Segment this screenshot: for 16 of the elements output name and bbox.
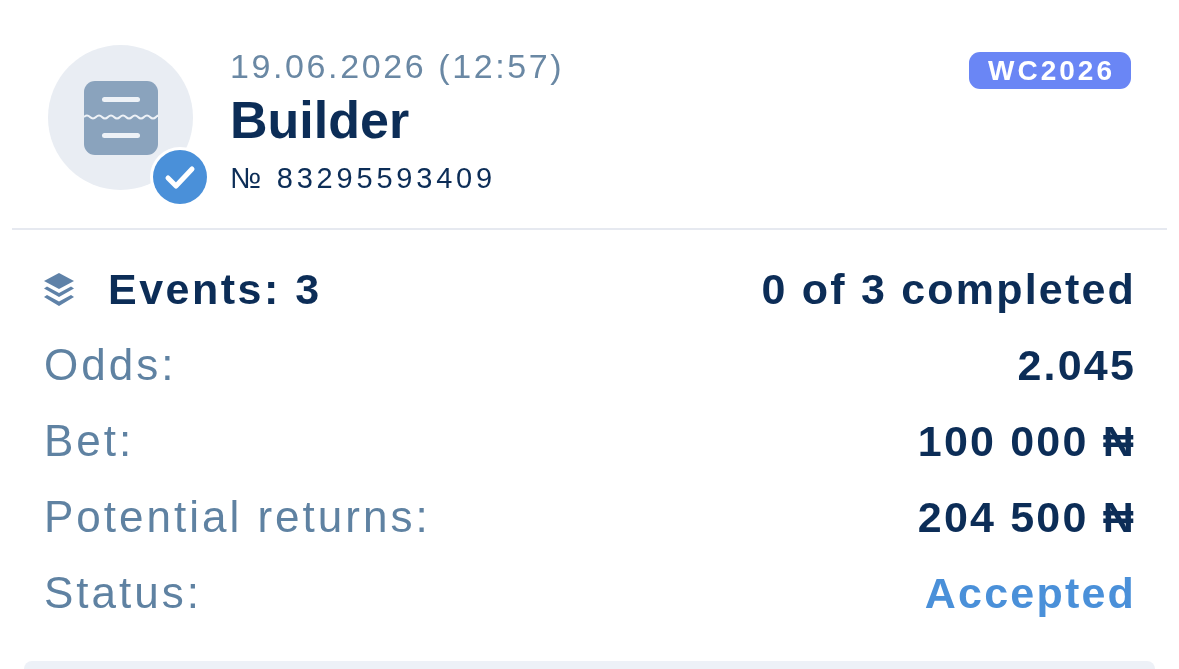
completed-summary: 0 of 3 completed [761,264,1136,314]
detail-value: 204 500 ₦ [917,492,1136,542]
detail-label: Potential returns: [44,492,431,542]
detail-label: Odds: [44,340,177,390]
ticket-icon [83,80,158,155]
events-count: Events: 3 [108,264,322,314]
bet-number: № 83295593409 [230,161,496,196]
status-value: Accepted [924,568,1136,618]
tournament-tag: WC2026 [969,52,1131,89]
detail-value: 100 000 ₦ [917,416,1136,466]
bet-date: 19.06.2026 (12:57) [230,46,565,86]
detail-value: 2.045 [1017,340,1136,390]
detail-label: Bet: [44,416,135,466]
bet-type-title: Builder [230,92,410,148]
layers-icon [44,272,74,306]
detail-label: Status: [44,568,202,618]
